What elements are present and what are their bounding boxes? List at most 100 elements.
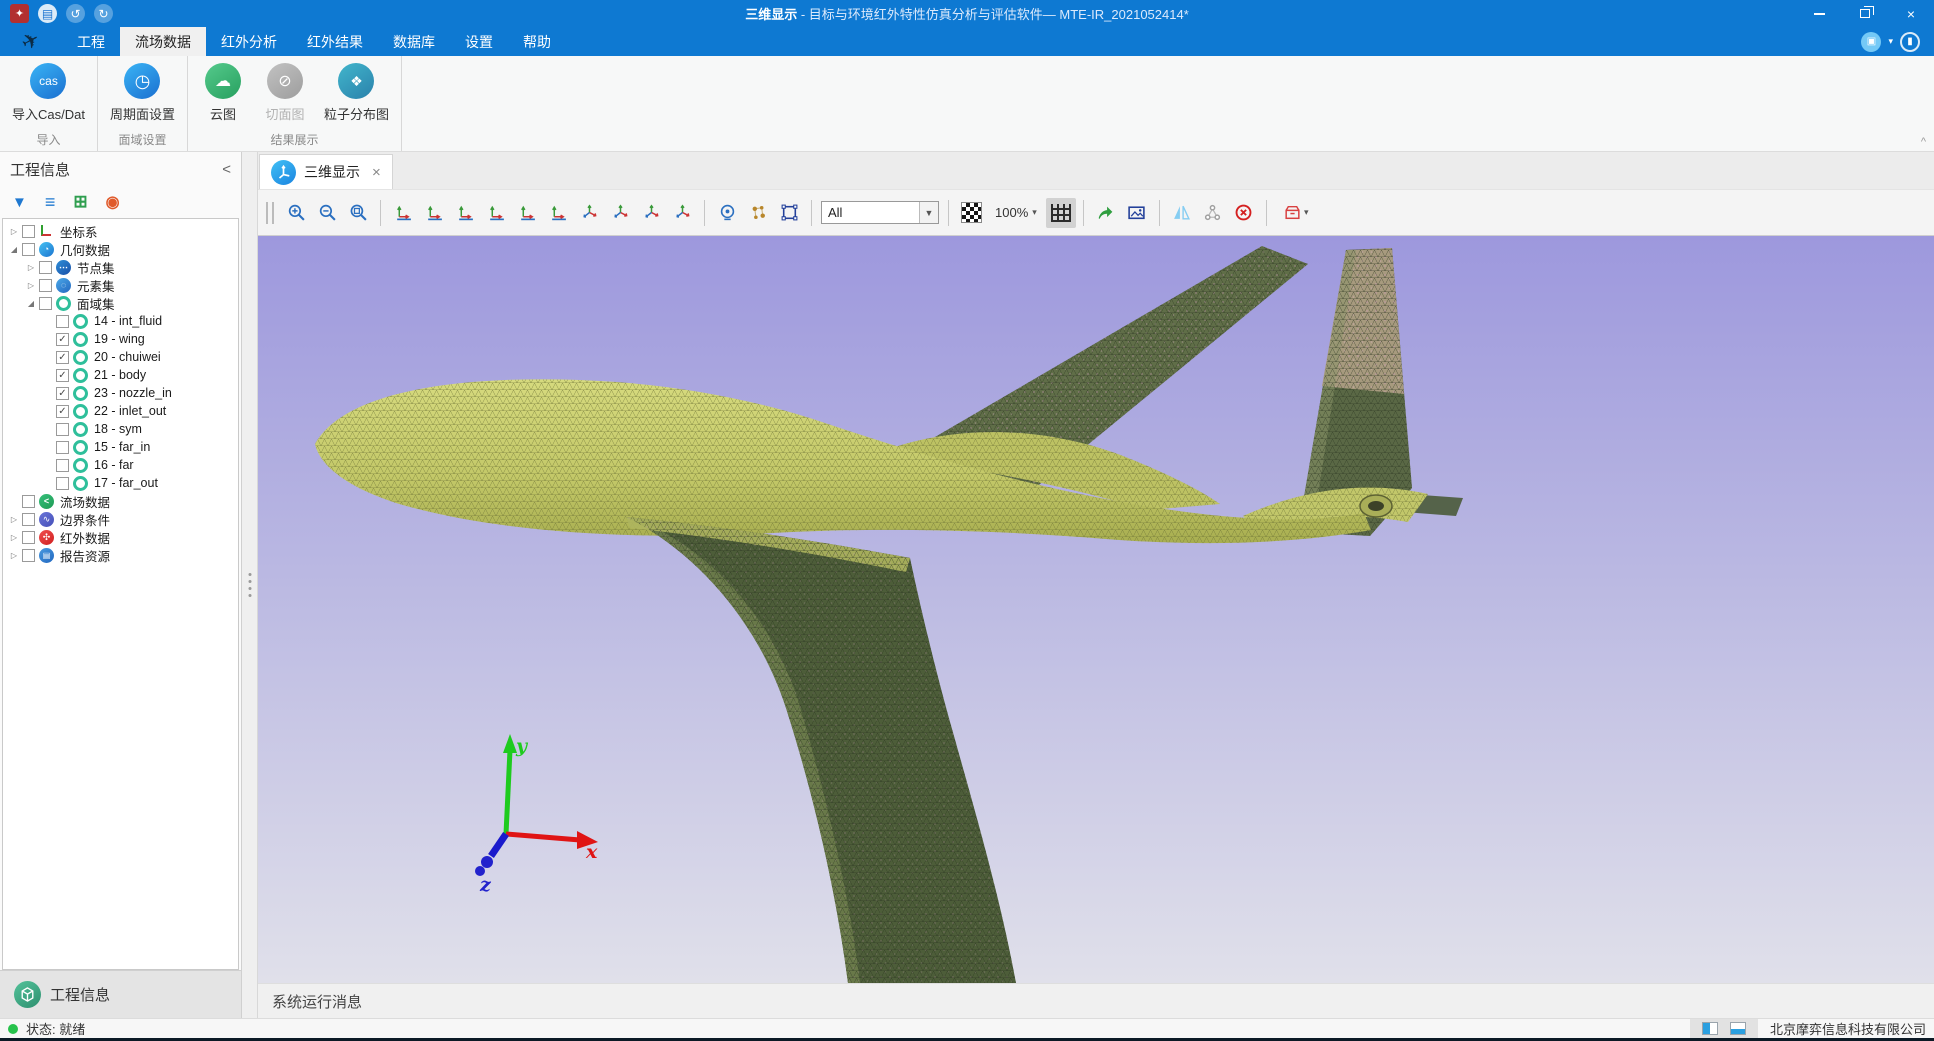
tree-checkbox[interactable]	[39, 279, 52, 292]
project-info-bottom-tab[interactable]: 工程信息	[0, 970, 241, 1018]
tree-expander[interactable]: ▷	[24, 263, 38, 272]
tree-row[interactable]: 流场数据	[3, 492, 238, 510]
tree-checkbox[interactable]	[56, 441, 69, 454]
tree-expander[interactable]: ◢	[24, 299, 38, 308]
particle-distribution-button[interactable]: ❖ 粒子分布图	[316, 63, 397, 123]
probe-button[interactable]	[712, 198, 742, 228]
restore-button[interactable]	[1842, 0, 1888, 27]
mirror-button[interactable]	[1167, 198, 1197, 228]
menu-item[interactable]: 红外分析	[206, 27, 292, 56]
toolbar-grip[interactable]	[266, 202, 274, 224]
menu-item[interactable]: 帮助	[508, 27, 566, 56]
tree-checkbox[interactable]	[39, 297, 52, 310]
period-face-button[interactable]: ◷ 周期面设置	[102, 63, 183, 123]
contour-cloud-button[interactable]: ☁ 云图	[192, 63, 254, 123]
tree-checkbox[interactable]	[22, 225, 35, 238]
redo-icon[interactable]: ↻	[94, 4, 113, 23]
tree-checkbox[interactable]	[22, 549, 35, 562]
locate-icon[interactable]: ◉	[106, 192, 120, 212]
tree-row[interactable]: ◢ 面域集	[3, 294, 238, 312]
tree-row[interactable]: 18 - sym	[3, 420, 238, 438]
grid-toggle-button[interactable]	[1046, 198, 1076, 228]
zoom-fit-button[interactable]	[343, 198, 373, 228]
tab-close-icon[interactable]: ×	[372, 164, 381, 181]
left-panel-layout-icon[interactable]	[1702, 1022, 1718, 1035]
tree-expander[interactable]: ▷	[7, 227, 21, 236]
section-box-button[interactable]: ▾	[1274, 198, 1318, 228]
tree-row[interactable]: ▷ 元素集	[3, 276, 238, 294]
tree-expander[interactable]: ▷	[24, 281, 38, 290]
tab-3d-view[interactable]: 三维显示 ×	[259, 154, 393, 189]
tree-checkbox[interactable]: ✓	[56, 351, 69, 364]
tree-row[interactable]: 15 - far_in	[3, 438, 238, 456]
minimize-button[interactable]	[1796, 0, 1842, 27]
transparency-button[interactable]	[956, 198, 986, 228]
menu-item[interactable]: 工程	[62, 27, 120, 56]
tree-row[interactable]: ✓ 20 - chuiwei	[3, 348, 238, 366]
view-left-button[interactable]	[450, 198, 480, 228]
new-file-icon[interactable]: ▤	[38, 4, 57, 23]
rotate-view-button-4[interactable]	[667, 198, 697, 228]
tree-checkbox[interactable]: ✓	[56, 405, 69, 418]
project-tree[interactable]: ▷ 坐标系 ◢ 几何数据 ▷ 节点集	[2, 218, 239, 970]
zoom-out-button[interactable]	[312, 198, 342, 228]
viewport-3d[interactable]: y x z	[258, 236, 1934, 983]
tree-checkbox[interactable]	[56, 423, 69, 436]
undo-icon[interactable]: ↺	[66, 4, 85, 23]
dropdown-caret-icon[interactable]: ▾	[1888, 36, 1893, 47]
bottom-panel-layout-icon[interactable]	[1730, 1022, 1746, 1035]
tree-row[interactable]: 16 - far	[3, 456, 238, 474]
tree-checkbox[interactable]	[56, 477, 69, 490]
tree-expander[interactable]: ▷	[7, 515, 21, 524]
tree-checkbox[interactable]	[39, 261, 52, 274]
zoom-level-dropdown[interactable]: 100% ▾	[987, 205, 1045, 220]
zoom-in-button[interactable]	[281, 198, 311, 228]
tree-row[interactable]: 17 - far_out	[3, 474, 238, 492]
tree-row[interactable]: ▷ 边界条件	[3, 510, 238, 528]
grid-view-icon[interactable]: ⊞	[73, 192, 87, 212]
box-select-button[interactable]	[774, 198, 804, 228]
panel-collapse-icon[interactable]: <	[222, 161, 231, 178]
view-front-button[interactable]	[419, 198, 449, 228]
combo-dropdown-icon[interactable]: ▼	[919, 202, 938, 223]
import-casdat-button[interactable]: cas 导入Cas/Dat	[4, 63, 93, 123]
view-right-button[interactable]	[481, 198, 511, 228]
tree-row[interactable]: ✓ 23 - nozzle_in	[3, 384, 238, 402]
tree-expander[interactable]: ▷	[7, 551, 21, 560]
filter-icon[interactable]: ▼	[12, 194, 27, 211]
menu-item[interactable]: 流场数据	[120, 27, 206, 56]
snapshot-button[interactable]	[1122, 198, 1152, 228]
view-back-button[interactable]	[388, 198, 418, 228]
tree-checkbox[interactable]: ✓	[56, 387, 69, 400]
tree-checkbox[interactable]	[22, 531, 35, 544]
view-bottom-button[interactable]	[543, 198, 573, 228]
tree-checkbox[interactable]	[56, 459, 69, 472]
display-filter-combo[interactable]: All ▼	[821, 201, 939, 224]
tree-checkbox[interactable]	[22, 495, 35, 508]
tree-checkbox[interactable]: ✓	[56, 369, 69, 382]
tree-checkbox[interactable]	[56, 315, 69, 328]
tree-expander[interactable]: ▷	[7, 533, 21, 542]
menu-item[interactable]: 设置	[450, 27, 508, 56]
tree-row[interactable]: ✓ 19 - wing	[3, 330, 238, 348]
tree-checkbox[interactable]: ✓	[56, 333, 69, 346]
rotate-view-button-1[interactable]	[574, 198, 604, 228]
sync-button[interactable]	[1198, 198, 1228, 228]
export-button[interactable]	[1091, 198, 1121, 228]
panel-splitter[interactable]	[242, 152, 258, 1018]
particle-trace-button[interactable]	[743, 198, 773, 228]
tree-row[interactable]: ▷ 报告资源	[3, 546, 238, 564]
tree-row[interactable]: ✓ 22 - inlet_out	[3, 402, 238, 420]
close-button[interactable]: ×	[1888, 0, 1934, 27]
tree-checkbox[interactable]	[22, 513, 35, 526]
tree-row[interactable]: ▷ 坐标系	[3, 222, 238, 240]
tree-checkbox[interactable]	[22, 243, 35, 256]
remove-button[interactable]	[1229, 198, 1259, 228]
tree-row[interactable]: ▷ 红外数据	[3, 528, 238, 546]
style-icon[interactable]: ▣	[1861, 32, 1881, 52]
ribbon-collapse-chevron[interactable]: ^	[1921, 136, 1926, 148]
rotate-view-button-2[interactable]	[605, 198, 635, 228]
outline-list-icon[interactable]: ≡	[45, 192, 56, 213]
tree-expander[interactable]: ◢	[7, 245, 21, 254]
rotate-view-button-3[interactable]	[636, 198, 666, 228]
